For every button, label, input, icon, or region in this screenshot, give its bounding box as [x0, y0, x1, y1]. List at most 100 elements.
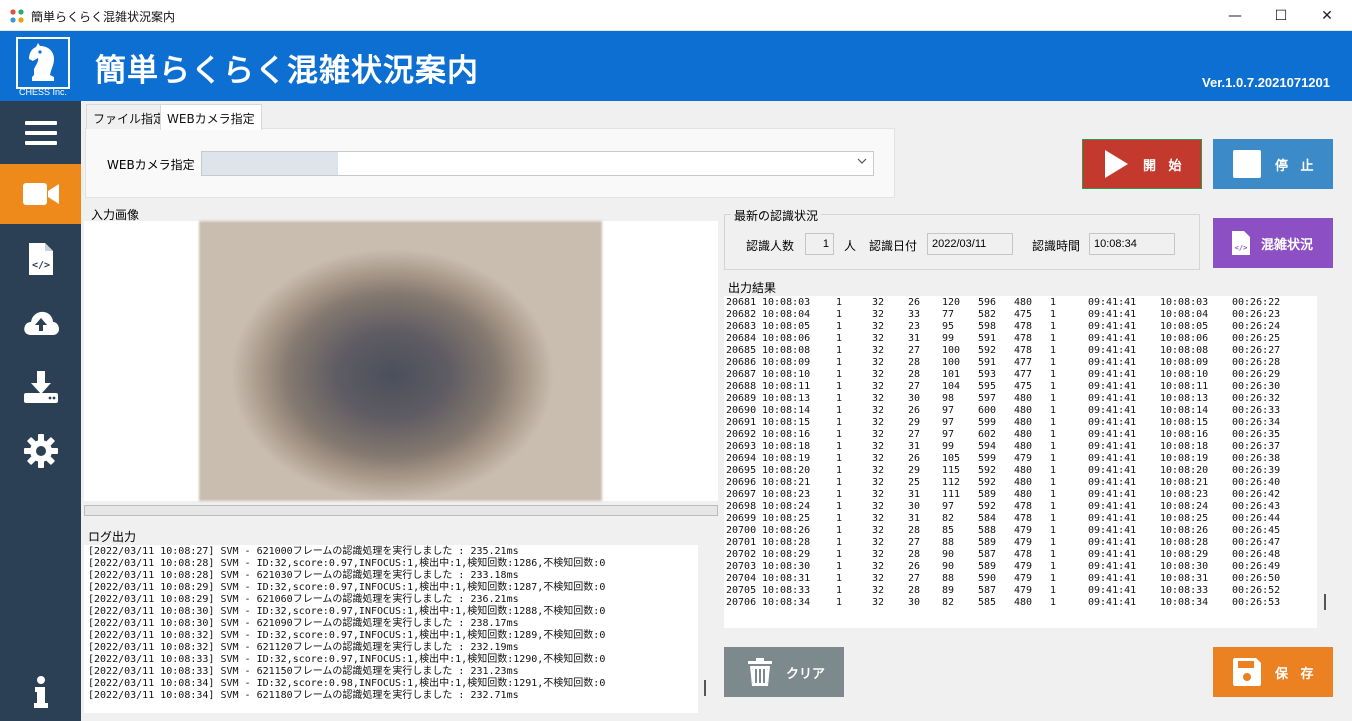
output-cell: 23	[908, 321, 921, 332]
output-cell: 95	[942, 321, 955, 332]
output-row: 20704 10:08:31 1 32 27 88 590 479 1 09:41:41 10:08…	[726, 573, 1317, 585]
output-cell: 10:08:04	[1160, 309, 1209, 320]
output-cell: 477	[1014, 369, 1033, 380]
sidebar-item-camera[interactable]	[0, 164, 81, 224]
sidebar-item-info[interactable]	[0, 662, 81, 721]
output-cell: 09:41:41	[1088, 357, 1137, 368]
output-row: 20696 10:08:21 1 32 25 112 592 480 1 09:41:41 10:0…	[726, 477, 1317, 489]
output-cell: 20696	[726, 477, 757, 488]
output-cell: 1	[1050, 357, 1057, 368]
output-cell: 1	[1050, 513, 1057, 524]
output-cell: 77	[942, 309, 955, 320]
clear-button[interactable]: クリア	[724, 647, 844, 697]
output-cell: 32	[872, 345, 885, 356]
output-cell: 20703	[726, 561, 757, 572]
output-cell: 82	[942, 513, 955, 524]
gear-icon	[23, 434, 58, 468]
output-cell: 10:08:29	[1160, 549, 1209, 560]
minimize-button[interactable]: —	[1212, 0, 1258, 31]
output-cell: 1	[1050, 465, 1057, 476]
output-cell: 10:08:08	[762, 345, 811, 356]
info-icon	[33, 676, 48, 708]
output-cell: 1	[1050, 477, 1057, 488]
congestion-button[interactable]: </> 混雑状況	[1213, 218, 1333, 268]
output-cell: 111	[942, 489, 961, 500]
output-cell: 32	[872, 489, 885, 500]
output-cell: 602	[978, 429, 997, 440]
output-cell: 00:26:47	[1232, 537, 1281, 548]
output-cell: 599	[978, 417, 997, 428]
output-cell: 10:08:05	[762, 321, 811, 332]
output-cell: 00:26:38	[1232, 453, 1281, 464]
download-icon	[23, 371, 58, 403]
sidebar-item-download[interactable]	[0, 357, 81, 417]
stop-button-label: 停 止	[1275, 158, 1318, 174]
output-cell: 27	[908, 573, 921, 584]
output-cell: 1	[836, 441, 843, 452]
output-cell: 32	[872, 525, 885, 536]
log-line: [2022/03/11 10:08:30] SVM - ID:32,score:…	[88, 606, 606, 617]
output-row: 20686 10:08:09 1 32 28 100 591 477 1 09:41:41 10:0…	[726, 357, 1317, 369]
output-cell: 10:08:33	[1160, 585, 1209, 596]
output-row: 20701 10:08:28 1 32 27 88 589 479 1 09:41:41 10:08…	[726, 537, 1317, 549]
output-cell: 10:08:08	[1160, 345, 1209, 356]
maximize-button[interactable]: ☐	[1258, 0, 1304, 31]
output-cell: 97	[942, 501, 955, 512]
output-cell: 1	[1050, 597, 1057, 608]
output-cell: 1	[1050, 441, 1057, 452]
tab-webcam[interactable]: WEBカメラ指定	[160, 104, 262, 130]
output-cell: 1	[1050, 537, 1057, 548]
title-bar	[0, 0, 1352, 31]
output-cell: 00:26:37	[1232, 441, 1281, 452]
sidebar-item-settings[interactable]	[0, 421, 81, 481]
output-cell: 480	[1014, 417, 1033, 428]
log-output[interactable]: [2022/03/11 10:08:27] SVM - 621000フレームの認…	[84, 545, 698, 713]
chevron-down-icon[interactable]	[856, 155, 868, 167]
output-cell: 09:41:41	[1088, 549, 1137, 560]
output-cell: 480	[1014, 429, 1033, 440]
output-cell: 09:41:41	[1088, 597, 1137, 608]
output-cell: 600	[978, 405, 997, 416]
output-cell: 31	[908, 489, 921, 500]
close-button[interactable]: ✕	[1304, 0, 1350, 31]
output-cell: 32	[872, 381, 885, 392]
log-line: [2022/03/11 10:08:30] SVM - 621090フレームの認…	[88, 618, 519, 629]
output-cell: 591	[978, 357, 997, 368]
output-cell: 1	[836, 573, 843, 584]
output-cell: 10:08:25	[1160, 513, 1209, 524]
output-cell: 10:08:11	[762, 381, 811, 392]
output-cell: 09:41:41	[1088, 453, 1137, 464]
output-cell: 10:08:28	[1160, 537, 1209, 548]
output-cell: 10:08:34	[762, 597, 811, 608]
stop-button[interactable]: 停 止	[1213, 139, 1333, 189]
output-cell: 32	[872, 585, 885, 596]
output-cell: 20683	[726, 321, 757, 332]
sidebar-item-code[interactable]: </>	[0, 229, 81, 289]
output-cell: 20681	[726, 297, 757, 308]
output-cell: 09:41:41	[1088, 525, 1137, 536]
output-cell: 10:08:13	[762, 393, 811, 404]
output-cell: 1	[836, 453, 843, 464]
output-row: 20689 10:08:13 1 32 30 98 597 480 1 09:41:41 10:08…	[726, 393, 1317, 405]
output-cell: 10:08:21	[762, 477, 811, 488]
output-cell: 20706	[726, 597, 757, 608]
output-cell: 1	[836, 513, 843, 524]
output-cell: 09:41:41	[1088, 441, 1137, 452]
time-field: 10:08:34	[1089, 233, 1175, 255]
output-cell: 100	[942, 345, 961, 356]
start-button[interactable]: 開 始	[1082, 139, 1202, 189]
output-cell: 28	[908, 585, 921, 596]
sidebar-item-upload[interactable]	[0, 293, 81, 353]
output-cell: 25	[908, 477, 921, 488]
congestion-button-label: 混雑状況	[1261, 237, 1314, 253]
output-cell: 589	[978, 561, 997, 572]
sidebar-item-menu[interactable]	[0, 103, 81, 163]
output-cell: 09:41:41	[1088, 513, 1137, 524]
output-cell: 10:08:23	[762, 489, 811, 500]
progress-bar	[84, 505, 718, 516]
output-row: 20682 10:08:04 1 32 33 77 582 475 1 09:41:41 10:08…	[726, 309, 1317, 321]
output-cell: 20694	[726, 453, 757, 464]
output-results[interactable]: 20681 10:08:03 1 32 26 120 596 480 1 09:41:41 10:0…	[724, 296, 1317, 628]
output-cell: 1	[836, 561, 843, 572]
save-button[interactable]: 保 存	[1213, 647, 1333, 697]
